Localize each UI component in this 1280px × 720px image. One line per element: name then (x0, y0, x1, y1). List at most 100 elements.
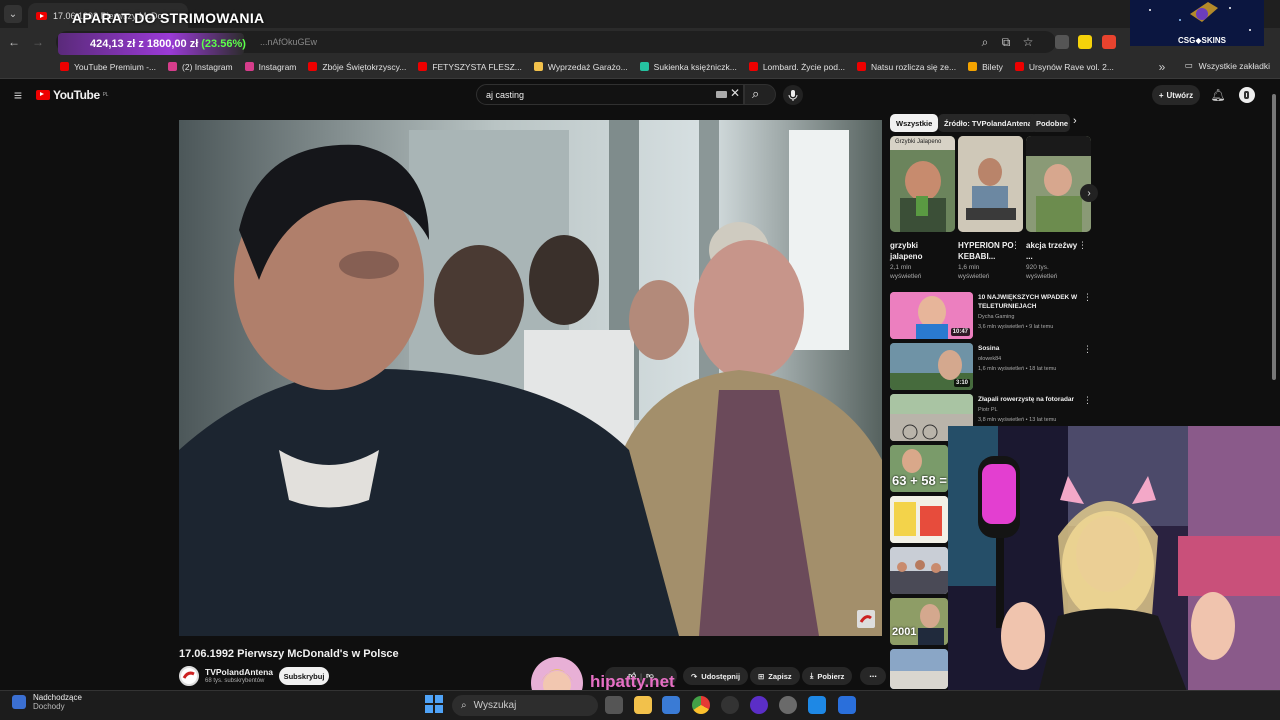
short-thumbnail[interactable] (958, 136, 1023, 232)
short-title[interactable]: akcja trzeźwy ... (1026, 240, 1082, 262)
search-button[interactable] (744, 84, 776, 105)
shorts-next-button[interactable]: › (1080, 184, 1098, 202)
create-button[interactable]: + Utwórz (1152, 85, 1200, 105)
bookmark-item[interactable]: Sukienka księżniczk... (639, 61, 737, 72)
recommendation-title[interactable]: Złapali rowerzystę na fotoradar (978, 396, 1080, 405)
extension-icon[interactable] (1102, 35, 1116, 49)
task-view-icon[interactable] (605, 696, 623, 714)
bookmark-label: Wyprzedaż Garażo... (547, 61, 628, 72)
zoom-icon[interactable]: ⌕ (975, 32, 995, 52)
start-button[interactable] (425, 695, 443, 718)
recommendation-thumbnail[interactable]: 2001 (890, 598, 948, 645)
hipatty-text: hipatty.net (590, 672, 675, 691)
bookmark-item[interactable]: FETYSZYSTA FLESZ... (418, 62, 522, 72)
hamburger-menu-icon[interactable]: ≡ (8, 85, 28, 105)
back-arrow-icon[interactable]: ← (4, 32, 24, 52)
keyboard-icon[interactable] (716, 91, 727, 98)
recommendation-title[interactable]: Sosina (978, 345, 1080, 354)
plus-icon: + (1158, 90, 1164, 100)
bookmark-label: Zbóje Świętokrzyscy... (322, 61, 407, 72)
short-image (890, 136, 955, 232)
short-thumbnail[interactable]: Grzybki Jalapeno (890, 136, 955, 232)
stream-overlay-title: APARAT DO STRIMOWANIA (72, 10, 265, 26)
short-thumbnail[interactable] (1026, 136, 1091, 232)
recommendation-channel[interactable]: Piotr PL (978, 406, 1080, 414)
chip-similar[interactable]: Podobne (1030, 114, 1070, 132)
notifications-bell-icon[interactable]: 🔔︎ (1208, 85, 1228, 105)
bookmark-item[interactable]: Instagram (244, 61, 297, 72)
bookmark-favicon-icon (1014, 62, 1024, 71)
settings-gear-icon[interactable] (779, 696, 797, 714)
channel-name[interactable]: TVPolandAntena (205, 667, 273, 677)
bookmark-item[interactable]: Natsu rozlicza się ze... (857, 62, 956, 72)
short-title[interactable]: grzybki jalapeno (890, 240, 946, 262)
more-bookmarks-icon[interactable]: » (1152, 57, 1172, 77)
short-title[interactable]: HYPERION PO KEBABI... (958, 240, 1014, 262)
download-button[interactable]: ⤓ Pobierz (802, 667, 853, 685)
recommendation-title[interactable]: 10 NAJWIĘKSZYCH WPADEK W TELETURNIEJACH (978, 294, 1080, 311)
chip-all[interactable]: Wszystkie (890, 114, 939, 132)
app-icon[interactable] (808, 696, 826, 714)
rec-menu-icon[interactable]: ⋮ (1083, 292, 1092, 303)
recommendation-thumbnail[interactable]: 10:47 (890, 292, 973, 339)
bookmark-label: FETYSZYSTA FLESZ... (432, 61, 522, 72)
bookmark-item[interactable]: YouTube Premium -... (60, 62, 156, 72)
clear-search-icon[interactable]: ✕ (730, 86, 740, 100)
channel-subscriber-count: 68 tys. subskrybentów (205, 678, 265, 684)
short-menu-icon[interactable]: ⋮ (1011, 240, 1020, 251)
news-widget[interactable]: Nadchodzące Dochody (12, 693, 82, 711)
avatar[interactable] (1239, 87, 1255, 103)
bookmark-label: Bilety (982, 61, 1003, 72)
chip-source[interactable]: Źródło: TVPolandAntena (938, 114, 1038, 132)
channel-avatar[interactable] (179, 666, 199, 686)
all-bookmarks[interactable]: ▭ Wszystkie zakładki (1185, 60, 1270, 71)
search-icon: ⌕ (752, 86, 760, 101)
chrome-icon[interactable] (692, 696, 710, 714)
recommendation-thumbnail[interactable]: 3:10 (890, 343, 973, 390)
recommendation-channel[interactable]: olowek84 (978, 355, 1080, 363)
recommendation-thumbnail[interactable]: 63 + 58 = (890, 445, 948, 492)
chevron-right-icon[interactable]: › (1073, 115, 1077, 127)
file-explorer-icon[interactable] (634, 696, 652, 714)
app-icon[interactable] (838, 696, 856, 714)
short-menu-icon[interactable]: ⋮ (1078, 240, 1087, 251)
youtube-logo[interactable]: YouTube PL (36, 88, 109, 102)
store-icon[interactable] (662, 696, 680, 714)
save-button[interactable]: ⊞ Zapisz (750, 667, 800, 685)
extension-icon[interactable] (1055, 35, 1069, 49)
bookmark-item[interactable]: Bilety (968, 62, 1003, 72)
recommendation-thumbnail[interactable] (890, 547, 948, 594)
rec-menu-icon[interactable]: ⋮ (1083, 395, 1092, 406)
bookmark-star-icon[interactable]: ☆ (1018, 32, 1038, 52)
share-button[interactable]: ↷ Udostępnij (683, 667, 749, 685)
recommendation-thumbnail[interactable] (890, 496, 948, 543)
bookmark-item[interactable]: Zbóje Świętokrzyscy... (308, 62, 406, 72)
bookmark-item[interactable]: Lombard. Życie pod... (748, 62, 845, 72)
page-scrollbar[interactable] (1272, 94, 1276, 380)
obs-icon[interactable] (750, 696, 768, 714)
bookmark-label: Instagram (258, 61, 297, 72)
more-actions-button[interactable]: ⋯ (860, 667, 886, 685)
recommendation-channel[interactable]: Dycha Gaming (978, 313, 1080, 321)
bookmark-item[interactable]: Wyprzedaż Garażo... (533, 61, 628, 72)
tab-search-button[interactable]: ⌄ (4, 5, 22, 23)
news-subtitle: Dochody (33, 702, 65, 711)
voice-search-button[interactable] (783, 85, 803, 105)
taskbar-search[interactable]: ⌕ Wyszukaj (452, 695, 598, 716)
youtube-favicon-icon (36, 11, 47, 20)
donation-amount: 424,13 zł z 1800,00 zł (90, 38, 199, 50)
rec-menu-icon[interactable]: ⋮ (1083, 344, 1092, 355)
cast-icon[interactable]: ⧉ (996, 32, 1016, 52)
forward-arrow-icon[interactable]: → (28, 32, 48, 52)
bookmark-item[interactable]: (2) Instagram (168, 62, 233, 72)
search-input[interactable]: aj casting (476, 84, 744, 105)
share-icon: ↷ (691, 671, 698, 681)
bookmark-label: Sukienka księżniczk... (653, 61, 737, 72)
subscribe-button[interactable]: Subskrybuj (279, 667, 329, 685)
video-player[interactable] (179, 120, 882, 636)
bookmark-item[interactable]: Ursynów Rave vol. 2... (1014, 62, 1114, 72)
youtube-logo-icon (36, 90, 50, 100)
steam-icon[interactable] (721, 696, 739, 714)
extension-icon[interactable] (1078, 35, 1092, 49)
recommendation-thumbnail[interactable] (890, 649, 948, 689)
